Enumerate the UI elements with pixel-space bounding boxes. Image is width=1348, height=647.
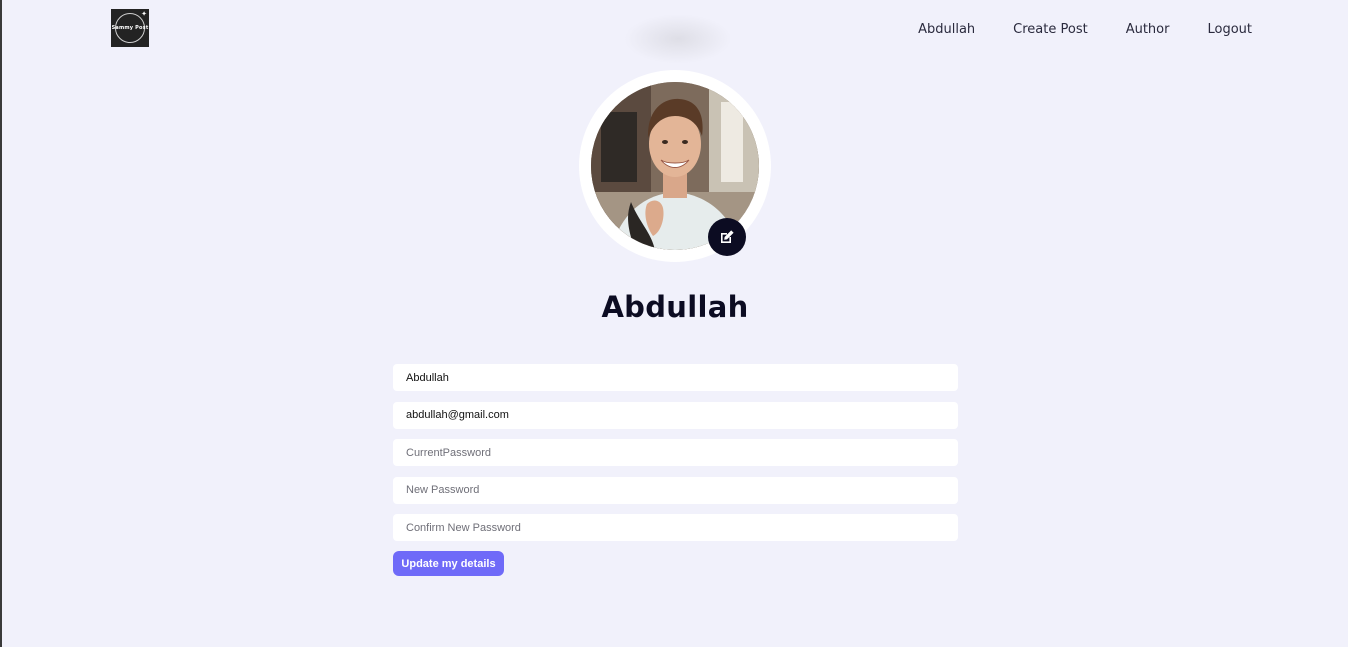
update-profile-form: Update my details — [393, 364, 958, 576]
new-password-input[interactable] — [393, 476, 958, 504]
nav-link-logout[interactable]: Logout — [1207, 22, 1252, 37]
current-password-input[interactable] — [393, 439, 958, 466]
nav-item-logout: Logout — [1207, 20, 1252, 38]
edit-avatar-button[interactable] — [708, 218, 746, 256]
email-input[interactable] — [393, 401, 958, 429]
nav-item-author: Author — [1126, 20, 1170, 38]
nav-link-create-post[interactable]: Create Post — [1013, 22, 1088, 37]
profile-name: Abdullah — [601, 290, 749, 324]
logo-badge: Sammy Post ✦ — [112, 11, 148, 43]
nav-link-author[interactable]: Author — [1126, 22, 1170, 37]
nav-menu: Abdullah Create Post Author Logout — [918, 20, 1252, 38]
decorative-shadow — [624, 14, 732, 64]
star-icon: ✦ — [141, 11, 147, 18]
nav-item-create-post: Create Post — [1013, 20, 1088, 38]
nav-link-profile[interactable]: Abdullah — [918, 22, 975, 37]
site-logo[interactable]: Sammy Post ✦ — [111, 9, 149, 47]
update-details-button[interactable]: Update my details — [393, 551, 504, 576]
nav-item-profile: Abdullah — [918, 20, 975, 38]
name-input[interactable] — [393, 364, 958, 391]
confirm-password-input[interactable] — [393, 514, 958, 541]
edit-icon — [721, 230, 734, 243]
logo-text: Sammy Post — [111, 25, 149, 31]
